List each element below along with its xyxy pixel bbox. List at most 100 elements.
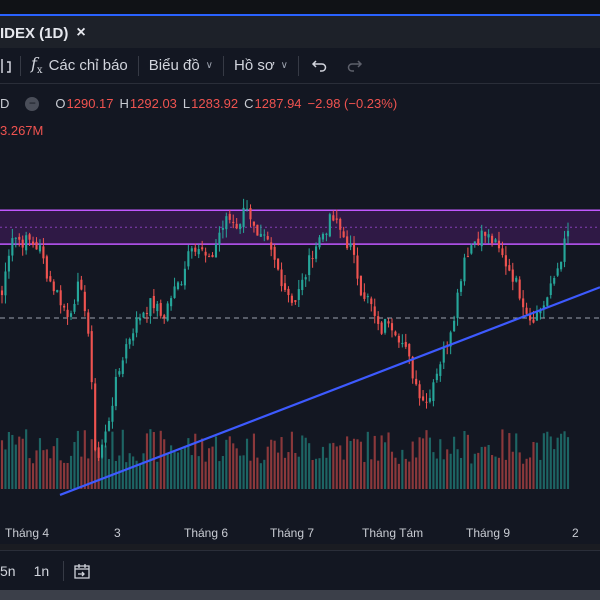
candle — [352, 243, 356, 255]
candle — [390, 323, 394, 331]
volume-bar — [484, 446, 487, 489]
candle — [466, 256, 469, 258]
candle — [428, 398, 432, 402]
candle — [31, 241, 35, 245]
volume-bar — [332, 442, 335, 489]
candle — [453, 320, 456, 332]
candle — [463, 257, 466, 282]
chart-type-menu[interactable]: Biểu đồ ∨ — [139, 48, 223, 83]
indicators-button[interactable]: fx Các chỉ báo — [21, 48, 138, 83]
chart-tab[interactable]: IDEX (1D) × — [0, 20, 86, 46]
volume-bar — [470, 463, 473, 489]
candle — [21, 239, 24, 248]
candle — [366, 296, 369, 298]
candle — [415, 378, 418, 385]
candle — [259, 233, 262, 237]
candle — [290, 295, 293, 303]
volume-bar — [311, 459, 314, 489]
candle — [135, 317, 138, 333]
volume-bar — [225, 439, 228, 489]
volume-bar — [56, 438, 59, 489]
change-value: −2.98 (−0.23%) — [307, 96, 398, 111]
candle — [180, 284, 183, 286]
candle — [373, 306, 376, 316]
chart-pane[interactable]: Tháng 4 3 Tháng 6 Tháng 7 Tháng Tám Tháng 9 2 — [0, 84, 600, 544]
profile-menu[interactable]: Hồ sơ ∨ — [224, 48, 298, 83]
volume-bar — [97, 452, 100, 489]
range-1d-button[interactable]: 1n — [28, 563, 56, 579]
volume-bar — [384, 442, 387, 489]
volume-bar — [321, 446, 325, 489]
candle — [532, 319, 535, 323]
volume-bar — [14, 444, 17, 489]
volume-bar — [190, 455, 193, 489]
chevron-down-icon: ∨ — [280, 60, 288, 71]
candle — [156, 303, 159, 312]
volume-bar — [270, 439, 273, 489]
candle — [225, 216, 228, 230]
candle — [318, 237, 321, 248]
volume-bar — [508, 433, 511, 489]
volume-bar — [491, 455, 494, 489]
candle — [553, 277, 556, 284]
volume-bar — [539, 459, 542, 489]
candle — [332, 215, 335, 221]
volume-bar — [156, 461, 159, 489]
candle — [522, 298, 525, 308]
candle — [11, 238, 14, 256]
candle — [7, 255, 10, 272]
redo-button[interactable] — [339, 48, 371, 83]
candle — [301, 279, 304, 291]
candle — [208, 256, 211, 258]
volume-bar — [511, 451, 514, 489]
volume-bar — [404, 458, 407, 489]
goto-date-icon[interactable] — [72, 561, 92, 581]
candle — [515, 277, 518, 282]
volume-bar — [52, 446, 55, 489]
collapse-legend-icon[interactable]: − — [25, 96, 40, 111]
candle — [549, 283, 552, 296]
volume-bar — [183, 445, 186, 489]
undo-button[interactable] — [299, 48, 339, 83]
volume-bar — [518, 452, 521, 489]
compare-icon — [1, 58, 11, 73]
volume-bar — [242, 455, 245, 489]
compare-button[interactable] — [0, 48, 20, 83]
volume-bar — [107, 459, 111, 489]
volume-bar — [76, 430, 79, 489]
candle — [114, 376, 117, 407]
candle — [166, 303, 169, 321]
candle — [76, 281, 79, 302]
volume-bar — [290, 431, 293, 489]
volume-bar — [442, 459, 445, 489]
candle — [56, 290, 59, 293]
volume-bar — [466, 434, 469, 489]
volume-bar — [218, 461, 221, 489]
volume-bar — [69, 455, 73, 489]
close-icon[interactable]: × — [76, 24, 85, 42]
candle — [470, 245, 473, 254]
volume-bar — [277, 452, 280, 489]
volume-bar — [352, 438, 356, 489]
function-icon: fx — [31, 54, 43, 77]
volume-bar — [294, 452, 297, 489]
volume-bar — [308, 443, 311, 489]
volume-bar — [301, 435, 304, 489]
volume-bar — [542, 433, 545, 489]
candle — [28, 234, 31, 240]
price-chart[interactable]: Tháng 4 3 Tháng 6 Tháng 7 Tháng Tám Tháng 9 2 — [0, 84, 600, 544]
volume-bar — [356, 439, 359, 489]
candle — [418, 384, 421, 399]
volume-bar — [173, 451, 176, 489]
indicators-label: Các chỉ báo — [48, 57, 128, 74]
volume-bar — [0, 440, 4, 489]
low-value: 1283.92 — [191, 96, 239, 111]
range-5d-button[interactable]: 5n — [0, 563, 22, 579]
volume-bar — [314, 458, 318, 489]
volume-bar — [366, 431, 369, 489]
profile-label: Hồ sơ — [233, 57, 275, 74]
volume-bar — [21, 438, 24, 489]
volume-bar — [522, 463, 525, 489]
candle — [308, 255, 311, 276]
candle — [163, 315, 166, 318]
